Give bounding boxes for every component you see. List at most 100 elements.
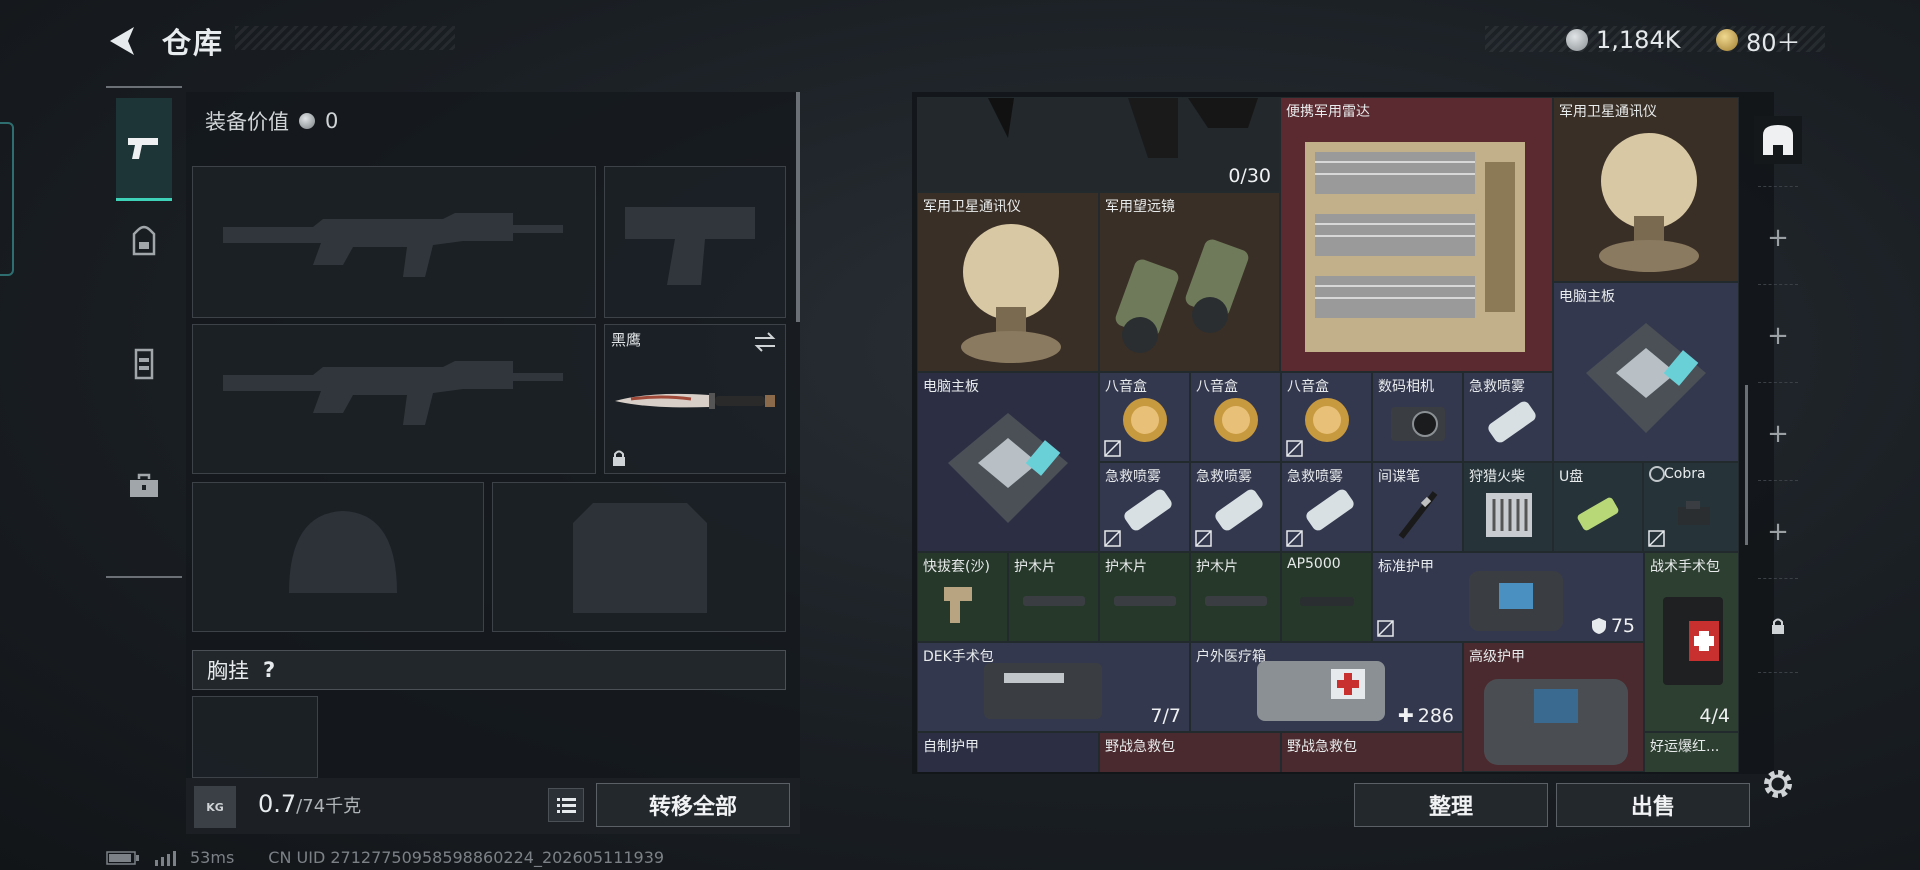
gear-icon[interactable]	[1760, 766, 1796, 802]
item-cell-spray-2[interactable]: 急救喷雾	[1099, 462, 1190, 552]
signal-icon	[155, 850, 176, 866]
helmet-slot[interactable]	[192, 482, 484, 632]
item-cell-radar[interactable]: 便携军用雷达	[1280, 97, 1553, 372]
item-name: Cobra	[1664, 466, 1706, 482]
item-name: U盘	[1559, 469, 1584, 485]
item-cell-holster[interactable]: 快拔套(沙)	[917, 552, 1008, 642]
no-insure-icon	[1286, 530, 1303, 547]
item-cell-field-aid-1[interactable]: 野战急救包	[1099, 732, 1281, 772]
plus-icon: ✚	[1397, 705, 1414, 727]
item-cell-spray-3[interactable]: 急救喷雾	[1190, 462, 1281, 552]
tab-vest[interactable]	[116, 334, 172, 394]
equipment-scrollbar[interactable]	[796, 92, 800, 322]
add-page-icon[interactable]: +	[1754, 312, 1802, 360]
item-name: 护木片	[1014, 559, 1056, 575]
lock-icon	[1772, 618, 1784, 634]
item-cell-field-aid-2[interactable]: 野战急救包	[1281, 732, 1463, 772]
swap-icon[interactable]	[753, 331, 777, 353]
add-page-icon[interactable]: +	[1754, 410, 1802, 458]
value-coin-icon	[299, 113, 315, 129]
sort-button[interactable]: 整理	[1354, 783, 1548, 827]
armor-bag-icon	[1469, 571, 1563, 631]
item-name: 高级护甲	[1469, 649, 1525, 665]
handguard-icon	[1023, 596, 1085, 606]
item-cell-cobra[interactable]: Cobra	[1643, 462, 1739, 552]
item-cell-spray-1[interactable]: 急救喷雾	[1463, 372, 1553, 462]
item-cell-homemade-armor[interactable]: 自制护甲	[917, 732, 1099, 772]
armor-bag-icon	[1484, 679, 1628, 765]
item-name: 八音盒	[1287, 379, 1329, 395]
sell-button[interactable]: 出售	[1556, 783, 1750, 827]
side-tabs	[106, 86, 182, 578]
music-box-icon	[1123, 398, 1167, 442]
locked-page[interactable]	[1754, 602, 1802, 650]
holster-icon	[944, 587, 972, 623]
item-cell-handguard-3[interactable]: 护木片	[1190, 552, 1281, 642]
pistol-icon	[128, 138, 158, 159]
item-cell-spray-4[interactable]: 急救喷雾	[1281, 462, 1372, 552]
item-cell-advanced-armor[interactable]: 高级护甲	[1463, 642, 1644, 772]
item-name: 急救喷雾	[1105, 469, 1161, 485]
item-cell-motherboard-2[interactable]: 电脑主板	[917, 372, 1099, 552]
status-footer: 53ms CN UID 27127750958598860224_2026051…	[106, 848, 664, 867]
secondary-weapon-slot[interactable]	[192, 324, 596, 474]
transfer-all-button[interactable]: 转移全部	[596, 783, 790, 827]
pen-icon	[1398, 491, 1438, 539]
melee-slot[interactable]: 黑鹰	[604, 324, 786, 474]
medbox-hp-value: 286	[1417, 705, 1454, 727]
tab-toolbox[interactable]	[116, 456, 172, 516]
item-cell-dek-kit[interactable]: DEK手术包 7/7	[917, 642, 1190, 732]
item-cell-standard-armor[interactable]: 标准护甲 75	[1372, 552, 1644, 642]
item-name: 便携军用雷达	[1286, 104, 1370, 120]
music-box-icon	[1214, 398, 1258, 442]
spray-icon	[1488, 401, 1536, 443]
item-cell-music-box-3[interactable]: 八音盒	[1281, 372, 1372, 462]
handguard-icon	[1205, 596, 1267, 606]
list-view-button[interactable]	[548, 788, 584, 822]
add-page-icon[interactable]: +	[1754, 214, 1802, 262]
chest-rig-slot[interactable]	[192, 696, 318, 778]
item-cell-usb[interactable]: U盘	[1553, 462, 1643, 552]
warehouse-page-main[interactable]	[1754, 116, 1802, 164]
weight-icon: KG	[194, 786, 236, 828]
item-name: 八音盒	[1105, 379, 1147, 395]
item-cell-matches[interactable]: 狩猎火柴	[1463, 462, 1553, 552]
binoculars-icon	[1115, 239, 1249, 353]
add-page-icon[interactable]: +	[1754, 508, 1802, 556]
armor-slot[interactable]	[492, 482, 786, 632]
item-cell-spy-pen[interactable]: 间谍笔	[1372, 462, 1463, 552]
scope-icon	[1300, 597, 1354, 606]
item-cell-outdoor-medbox[interactable]: 户外医疗箱 ✚ 286	[1190, 642, 1463, 732]
currency-premium[interactable]: 80＋	[1716, 26, 1801, 57]
item-cell-handguard-2[interactable]: 护木片	[1099, 552, 1190, 642]
premium-amount: 80＋	[1746, 28, 1801, 57]
item-cell-motherboard-1[interactable]: 电脑主板	[1553, 282, 1739, 462]
item-cell-binoculars[interactable]: 军用望远镜	[1099, 192, 1280, 372]
durability: 75	[1591, 615, 1635, 637]
divider	[1758, 284, 1798, 285]
item-count: 0/30	[1228, 165, 1271, 187]
primary-weapon-slot[interactable]	[192, 166, 596, 318]
tab-weapons[interactable]	[116, 98, 172, 201]
back-arrow-icon[interactable]	[106, 24, 140, 58]
currency-coins[interactable]: 1,184K	[1566, 26, 1680, 54]
left-edge-handle[interactable]	[0, 122, 14, 276]
item-cell-lucky-item[interactable]: 好运爆红...	[1644, 732, 1739, 772]
warehouse-pages: + + + +	[1748, 92, 1808, 774]
item-cell-music-box-1[interactable]: 八音盒	[1099, 372, 1190, 462]
spray-icon	[1215, 489, 1263, 531]
item-cell-music-box-2[interactable]: 八音盒	[1190, 372, 1281, 462]
help-icon[interactable]: ?	[263, 658, 275, 682]
rifle-silhouette-icon-2	[223, 361, 563, 425]
item-cell-camera[interactable]: 数码相机	[1372, 372, 1463, 462]
tab-backpack[interactable]	[116, 210, 172, 270]
pistol-slot[interactable]	[604, 166, 786, 318]
chest-rig-label: 胸挂	[207, 659, 249, 683]
item-cell-satcom-1[interactable]: 军用卫星通讯仪	[1553, 97, 1739, 282]
item-cell-handguard-1[interactable]: 护木片	[1008, 552, 1099, 642]
rifle-item-cell[interactable]: 0/30	[917, 97, 1280, 192]
item-cell-tactical-surgery-kit[interactable]: 战术手术包 4/4	[1644, 552, 1739, 732]
item-cell-ap5000[interactable]: AP5000	[1281, 552, 1372, 642]
equipment-value: 装备价值 0	[205, 106, 338, 136]
item-cell-satcom-2[interactable]: 军用卫星通讯仪	[917, 192, 1099, 372]
